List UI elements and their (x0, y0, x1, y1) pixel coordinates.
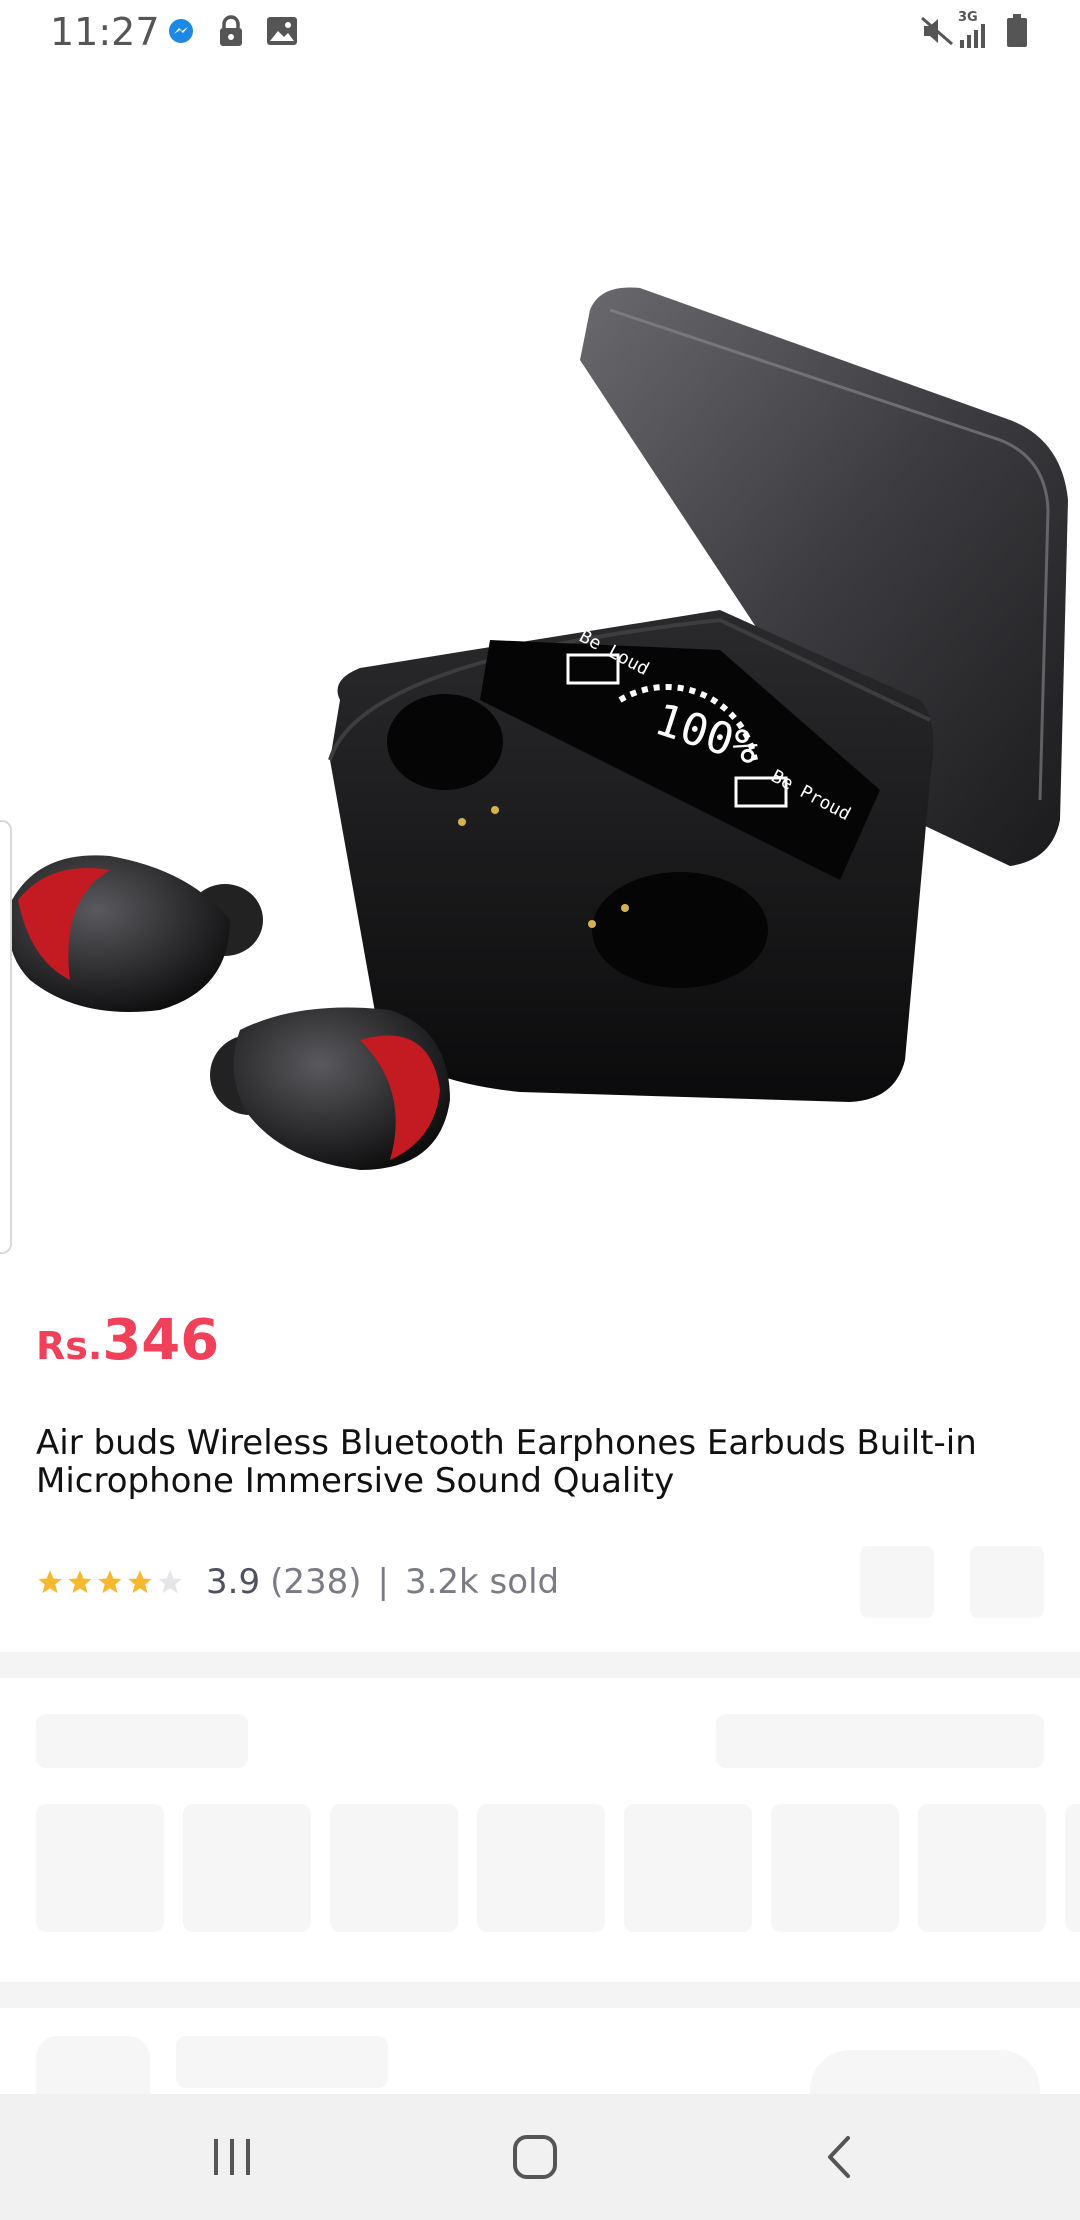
star-icon (38, 1570, 62, 1594)
divider: | (377, 1562, 389, 1602)
messenger-icon (169, 19, 193, 43)
status-time: 11:27 (50, 10, 160, 54)
status-bar: 11:27 3G (0, 0, 1080, 62)
home-button[interactable] (475, 2094, 595, 2220)
price-amount: 346 (102, 1308, 220, 1373)
back-button[interactable] (778, 2094, 898, 2220)
image-carousel-handle[interactable] (0, 820, 12, 1254)
variant-placeholder[interactable] (36, 1804, 164, 1932)
variant-placeholder[interactable] (771, 1804, 899, 1932)
variant-placeholder[interactable] (477, 1804, 605, 1932)
section-title-placeholder (36, 1714, 248, 1768)
product-price: Rs.346 (36, 1308, 219, 1373)
section-divider (0, 1652, 1080, 1678)
section-action-placeholder (716, 1714, 1044, 1768)
review-count: (238) (270, 1562, 362, 1602)
variant-placeholder[interactable] (330, 1804, 458, 1932)
variant-placeholder[interactable] (624, 1804, 752, 1932)
price-currency: Rs. (36, 1324, 103, 1368)
star-icon (98, 1570, 122, 1594)
earbud-left (8, 855, 263, 1012)
recent-apps-icon (214, 2139, 250, 2175)
product-title: Air buds Wireless Bluetooth Earphones Ea… (36, 1423, 977, 1501)
earbud-right (210, 1007, 450, 1170)
mute-icon (921, 16, 953, 46)
recent-apps-button[interactable] (172, 2094, 292, 2220)
home-icon (513, 2135, 557, 2179)
rating-value: 3.9 (206, 1562, 261, 1602)
product-image[interactable]: Be Loud Be Proud 100% (0, 62, 1080, 1282)
sold-count: 3.2k sold (404, 1562, 560, 1602)
star-icon (68, 1570, 92, 1594)
image-icon (267, 17, 297, 45)
variant-placeholder[interactable] (1065, 1804, 1080, 1932)
text-placeholder (176, 2036, 388, 2088)
rating-row[interactable]: 3.9 (238) | 3.2k sold (36, 1560, 559, 1604)
battery-icon (1007, 14, 1027, 47)
back-icon (828, 2136, 850, 2178)
share-button-placeholder[interactable] (970, 1546, 1044, 1618)
signal-icon (960, 24, 985, 48)
star-empty-icon (158, 1570, 182, 1594)
wishlist-button-placeholder[interactable] (860, 1546, 934, 1618)
lock-icon (220, 15, 242, 46)
rating-stars (36, 1568, 184, 1596)
variant-placeholder[interactable] (183, 1804, 311, 1932)
section-divider (0, 1982, 1080, 2008)
system-navigation-bar (0, 2094, 1080, 2220)
earbuds-product-photo: Be Loud Be Proud 100% (8, 287, 1068, 1170)
star-icon (128, 1570, 152, 1594)
variant-placeholder[interactable] (918, 1804, 1046, 1932)
